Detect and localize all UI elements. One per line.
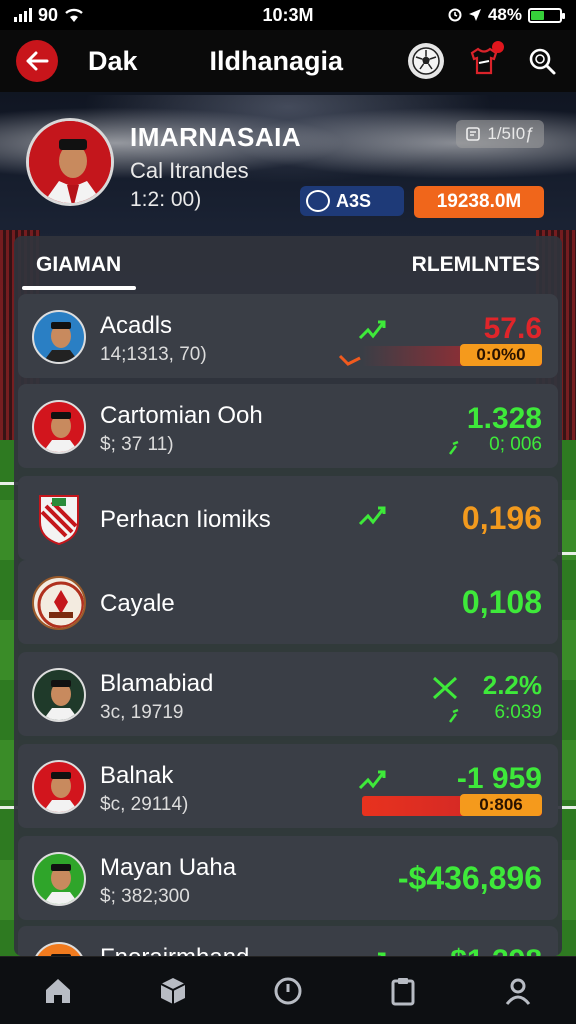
header-left-label[interactable]: Dak bbox=[88, 46, 138, 77]
trend-down-icon bbox=[338, 354, 361, 366]
location-arrow-icon bbox=[468, 9, 481, 21]
avatar bbox=[32, 668, 86, 722]
profile-amount[interactable]: 19238.0M bbox=[414, 186, 544, 218]
club-crest bbox=[32, 576, 86, 630]
list-item[interactable]: Perhacn Iiomiks 0,196 bbox=[18, 476, 558, 560]
row-value: 2.2% bbox=[482, 670, 542, 700]
list-item[interactable]: Cayale 0,108 bbox=[18, 560, 558, 644]
row-sub-value: 0:806 bbox=[460, 794, 542, 816]
nav-profile[interactable] bbox=[498, 971, 538, 1011]
avatar bbox=[32, 400, 86, 454]
club-crest bbox=[32, 492, 86, 546]
nav-home[interactable] bbox=[38, 971, 78, 1011]
profile-name: IMARNASAIA bbox=[130, 122, 302, 152]
team-icon bbox=[306, 190, 330, 212]
back-button[interactable] bbox=[16, 40, 58, 82]
player-name: Balnak bbox=[100, 762, 174, 789]
clipboard-icon bbox=[391, 977, 415, 1005]
row-value: 0,108 bbox=[461, 584, 542, 620]
tab-rlemlntes[interactable]: RLEMLNTES bbox=[400, 247, 552, 283]
profile-tag[interactable]: A3S bbox=[300, 186, 404, 216]
player-name: Acadls bbox=[100, 312, 173, 339]
profile-subtitle: Cal Itrandes bbox=[130, 158, 249, 183]
row-value: 1.328 bbox=[466, 402, 542, 435]
profile-card: IMARNASAIA Cal Itrandes 1:2: 00) 1/5I0ƒ … bbox=[22, 112, 554, 222]
soccer-ball-icon bbox=[412, 47, 440, 75]
row-value: -$436,896 bbox=[397, 860, 542, 896]
bottom-nav bbox=[0, 956, 576, 1024]
profile-icon bbox=[506, 978, 531, 1005]
profile-badge-label: 1/5I0ƒ bbox=[487, 124, 535, 143]
home-icon bbox=[45, 978, 70, 1003]
back-arrow-icon bbox=[26, 51, 49, 71]
card-icon bbox=[466, 127, 481, 141]
tab-giaman[interactable]: GIAMAN bbox=[24, 247, 133, 283]
alert-icon bbox=[274, 977, 302, 1004]
player-name: Cartomian Ooh bbox=[100, 402, 263, 429]
person-portrait bbox=[29, 121, 111, 203]
player-name: Fnorairmhand bbox=[100, 944, 249, 956]
nav-clipboard[interactable] bbox=[383, 971, 423, 1011]
trend-up-icon bbox=[358, 506, 386, 526]
avatar bbox=[32, 310, 86, 364]
row-value: -1 959 bbox=[456, 762, 542, 795]
player-name: Blamabiad bbox=[100, 670, 214, 697]
avatar bbox=[32, 942, 86, 956]
profile-tag-label: A3S bbox=[336, 190, 372, 211]
profile-badge[interactable]: 1/5I0ƒ bbox=[456, 120, 544, 148]
list-item[interactable]: Acadls 14;1313, 70) 57.6 0:0%0 bbox=[18, 294, 558, 378]
row-sub-value: 6:039 bbox=[494, 702, 542, 723]
player-stat: $c, 29114) bbox=[100, 794, 189, 815]
profile-number: 1:2: 00) bbox=[130, 188, 202, 211]
player-name: Cayale bbox=[100, 590, 175, 617]
avatar bbox=[32, 760, 86, 814]
nav-alert[interactable] bbox=[268, 971, 308, 1011]
row-value: -$1 298 bbox=[440, 944, 542, 956]
notification-dot bbox=[492, 41, 504, 53]
clock: 10:3M bbox=[262, 4, 314, 25]
row-sub-value: 0; 006 bbox=[489, 434, 542, 455]
trend-up-icon bbox=[358, 770, 386, 790]
cube-icon bbox=[160, 977, 186, 1004]
jersey-button[interactable] bbox=[466, 41, 504, 79]
player-name: Perhacn Iiomiks bbox=[100, 506, 271, 533]
battery-fill bbox=[531, 10, 545, 20]
row-value: 0,196 bbox=[461, 500, 542, 536]
tab-bar: GIAMAN RLEMLNTES bbox=[14, 236, 562, 294]
profile-avatar[interactable] bbox=[26, 118, 114, 206]
search-button[interactable] bbox=[524, 43, 560, 79]
active-tab-indicator bbox=[22, 286, 136, 290]
wifi-icon bbox=[65, 8, 83, 22]
battery-percent: 48% bbox=[487, 5, 522, 24]
app-header: Dak Ildhanagia bbox=[0, 30, 576, 92]
player-stat: 14;1313, 70) bbox=[100, 344, 207, 365]
signal-icon bbox=[14, 8, 32, 22]
status-bar: 90 10:3M 48% bbox=[0, 0, 576, 30]
list-item[interactable]: Cartomian Ooh $; 37 11) 1.328 0; 006 bbox=[18, 384, 558, 468]
list-item[interactable]: Mayan Uaha $; 382;300 -$436,896 bbox=[18, 836, 558, 920]
trend-up-icon bbox=[449, 440, 459, 455]
list-item[interactable]: Fnorairmhand -$1 298 bbox=[18, 926, 558, 956]
trend-up-icon bbox=[358, 320, 386, 340]
list-item[interactable]: Balnak $c, 29114) -1 959 0:806 bbox=[18, 744, 558, 828]
player-stat: $; 382;300 bbox=[100, 886, 190, 907]
battery-icon bbox=[528, 7, 565, 23]
player-stat: $; 37 11) bbox=[100, 434, 174, 455]
list-item[interactable]: Blamabiad 3c, 19719 2.2% 6:039 bbox=[18, 652, 558, 736]
trend-cross-icon bbox=[432, 676, 458, 700]
trend-up-icon bbox=[449, 708, 459, 723]
avatar bbox=[32, 852, 86, 906]
alarm-icon bbox=[448, 8, 462, 22]
row-sub-value: 0:0%0 bbox=[460, 344, 542, 366]
nav-cube[interactable] bbox=[153, 971, 193, 1011]
carrier-label: 90 bbox=[38, 4, 59, 25]
row-value: 57.6 bbox=[483, 312, 542, 345]
soccer-ball-button[interactable] bbox=[408, 43, 444, 79]
trend-up-icon bbox=[378, 952, 386, 956]
search-icon bbox=[529, 48, 556, 75]
page-title: Ildhanagia bbox=[209, 45, 344, 76]
player-stat: 3c, 19719 bbox=[100, 702, 184, 723]
player-name: Mayan Uaha bbox=[100, 854, 237, 881]
main-panel: GIAMAN RLEMLNTES Acadls 14;1313, 70) 57.… bbox=[14, 236, 562, 956]
